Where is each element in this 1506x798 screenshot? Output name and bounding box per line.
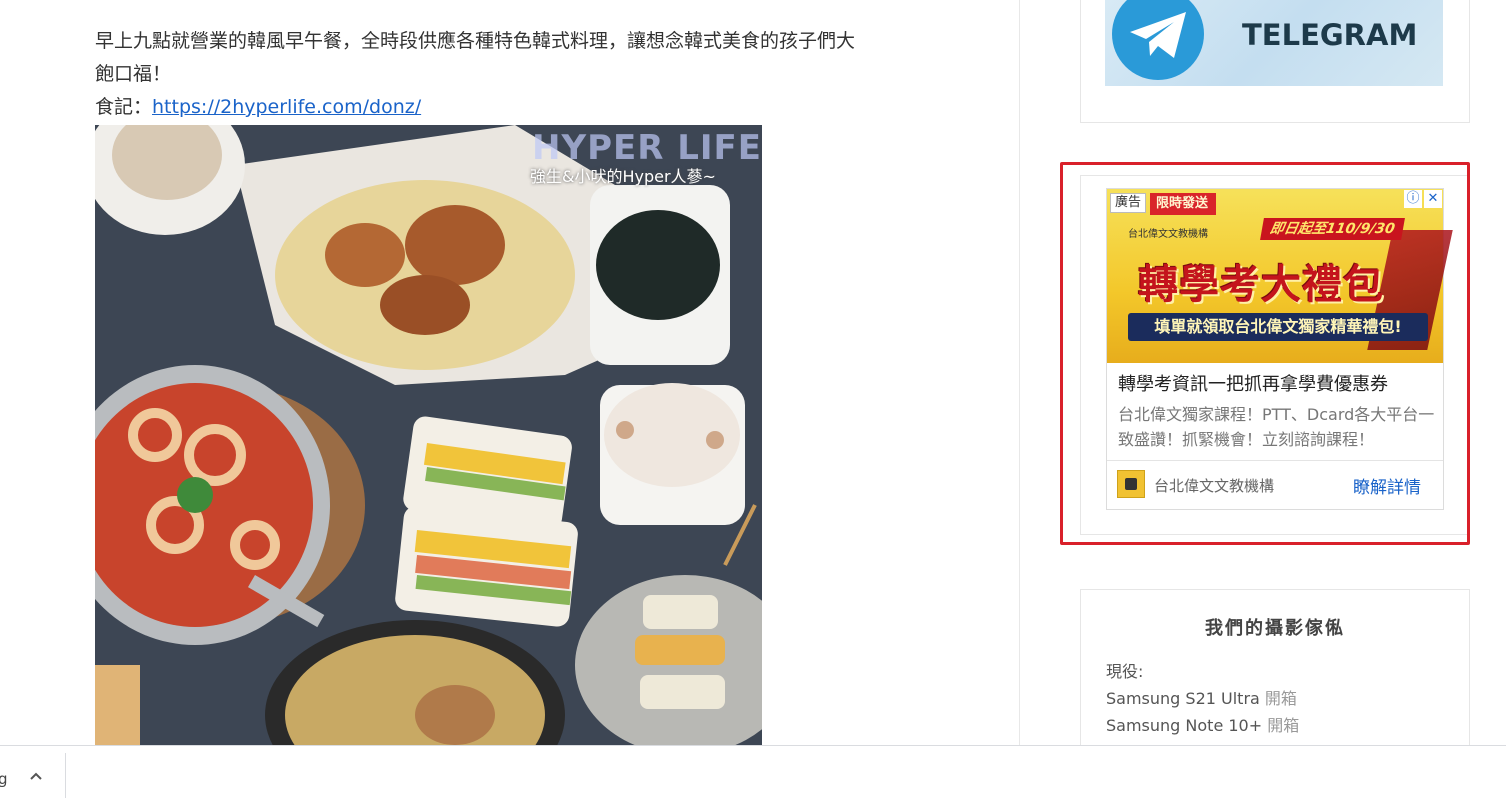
photo-watermark-subtitle: 強生&小吠的Hyper人蔘~ — [530, 167, 716, 186]
unboxing-link[interactable]: 開箱 — [1265, 689, 1297, 708]
paper-plane-icon — [1130, 12, 1186, 58]
food-photo — [95, 125, 762, 745]
food-photo-illustration — [95, 125, 762, 745]
unboxing-link[interactable]: 開箱 — [1267, 716, 1299, 735]
page: 早上九點就營業的韓風早午餐，全時段供應各種特色韓式料理，讓想念韓式美食的孩子們大… — [0, 0, 1506, 798]
article-line-1: 早上九點就營業的韓風早午餐，全時段供應各種特色韓式料理，讓想念韓式美食的孩子們大 — [95, 30, 856, 52]
download-bar — [0, 745, 1506, 798]
list-item: Samsung S21 Ultra 開箱 — [1106, 686, 1297, 712]
food-note-link[interactable]: https://2hyperlife.com/donz/ — [152, 96, 421, 118]
column-divider — [1019, 0, 1020, 745]
ad-highlight-outline — [1060, 162, 1470, 545]
chevron-up-icon[interactable] — [28, 768, 44, 784]
telegram-banner-text: TELEGRAM — [1242, 18, 1418, 52]
photographers-current-label: 現役: — [1106, 662, 1144, 681]
download-bar-separator — [65, 753, 66, 798]
list-item: Samsung Note 10+ 開箱 — [1106, 713, 1299, 739]
article-line-2: 飽口福！ — [95, 63, 172, 85]
photo-watermark-title: HYPER LIFE — [532, 128, 763, 168]
download-item-name[interactable]: g — [0, 770, 8, 788]
food-note-label: 食記： — [95, 96, 153, 118]
article-paragraph: 早上九點就營業的韓風早午餐，全時段供應各種特色韓式料理，讓想念韓式美食的孩子們大… — [95, 25, 925, 91]
article-body: 早上九點就營業的韓風早午餐，全時段供應各種特色韓式料理，讓想念韓式美食的孩子們大… — [95, 25, 925, 124]
device-name: Samsung S21 Ultra — [1106, 689, 1260, 708]
food-note: 食記：https://2hyperlife.com/donz/ — [95, 91, 925, 124]
device-name: Samsung Note 10+ — [1106, 716, 1263, 735]
photographers-title: 我們的攝影傢俬 — [1205, 618, 1345, 639]
